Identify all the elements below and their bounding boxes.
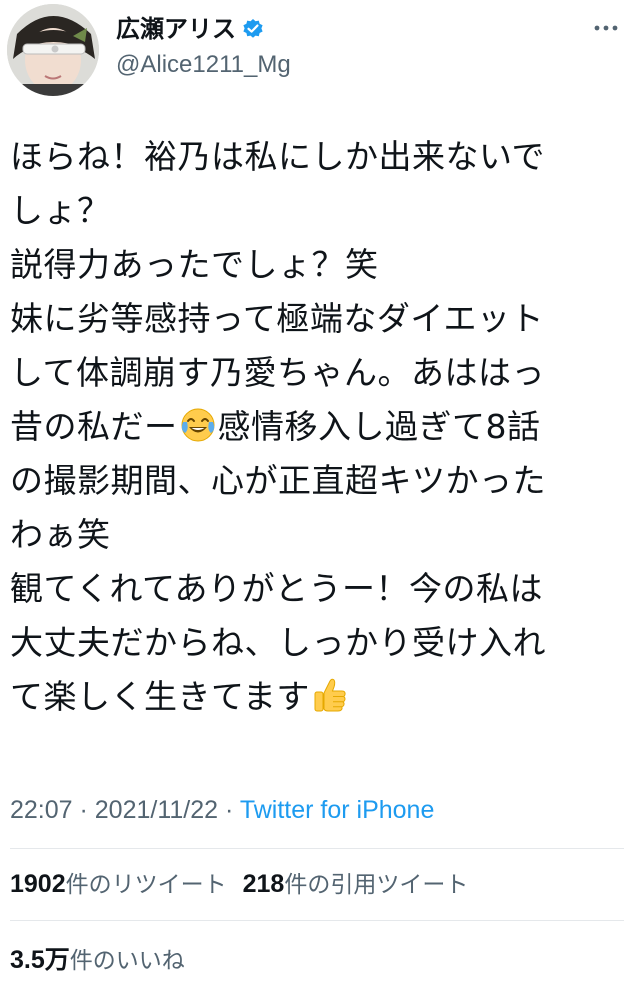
tweet-text: ほらね！裕乃は私にしか出来ないで しょ？ 説得力あったでしょ？笑 妹に劣等感持っ… xyxy=(10,130,615,724)
retweets-stat[interactable]: 1902件のリツイート xyxy=(10,866,227,903)
tweet-line-text: て楽しく生きてます xyxy=(10,677,310,716)
tweet-line: の撮影期間、心が正直超キツかった xyxy=(10,461,546,500)
tweet-line: 観てくれてありがとうー！今の私は xyxy=(10,569,544,608)
tweet-line: 妹に劣等感持って極端なダイエット xyxy=(10,299,545,338)
tweet-line: 説得力あったでしょ？笑 xyxy=(10,245,379,284)
tweet-meta: 22:07 · 2021/11/22 · Twitter for iPhone xyxy=(10,792,434,828)
tweet-header: 広瀬アリス @Alice1211_Mg xyxy=(0,0,624,100)
meta-separator: · xyxy=(72,796,95,824)
tweet-line: しょ？ xyxy=(10,191,111,230)
name-row: 広瀬アリス xyxy=(116,14,264,44)
tweet-line-text: 感情移入し過ぎて8話 xyxy=(217,407,541,446)
tweet-line: わぁ笑 xyxy=(10,515,111,554)
avatar[interactable] xyxy=(7,4,99,96)
divider xyxy=(10,920,624,921)
tweet-line: 昔の私だー 感情移入し過ぎて8話 xyxy=(10,400,615,454)
avatar-image xyxy=(7,4,99,96)
thumbs-up-icon xyxy=(311,676,349,714)
retweets-label: 件のリツイート xyxy=(65,872,227,898)
likes-stat[interactable]: 3.5万件のいいね xyxy=(10,942,185,979)
verified-badge-icon xyxy=(242,18,264,40)
likes-count: 3.5万 xyxy=(10,946,70,974)
display-name[interactable]: 広瀬アリス xyxy=(116,14,236,44)
likes-stats-row: 3.5万件のいいね xyxy=(10,942,185,979)
retweet-stats-row: 1902件のリツイート 218件の引用ツイート xyxy=(10,866,468,903)
more-options-icon[interactable] xyxy=(592,18,620,38)
divider xyxy=(10,848,624,849)
quote-tweets-count: 218 xyxy=(242,870,285,898)
tweet-line: 大丈夫だからね、しっかり受け入れ xyxy=(10,623,546,662)
quote-tweets-label: 件の引用ツイート xyxy=(284,872,469,898)
tweet-line: て楽しく生きてます xyxy=(10,670,615,724)
tweet-source-link[interactable]: Twitter for iPhone xyxy=(240,796,435,824)
tweet-date[interactable]: 2021/11/22 xyxy=(95,796,218,824)
tweet-line: ほらね！裕乃は私にしか出来ないで xyxy=(10,137,546,176)
user-handle[interactable]: @Alice1211_Mg xyxy=(116,50,291,80)
face-with-tears-of-joy-icon xyxy=(179,406,217,444)
tweet-line-text: 昔の私だー xyxy=(10,407,178,446)
meta-separator: · xyxy=(218,796,240,824)
retweets-count: 1902 xyxy=(10,870,66,898)
tweet-time[interactable]: 22:07 xyxy=(10,796,73,824)
likes-label: 件のいいね xyxy=(69,948,185,974)
tweet-line: して体調崩す乃愛ちゃん。あははっ xyxy=(10,353,546,392)
quote-tweets-stat[interactable]: 218件の引用ツイート xyxy=(243,866,469,903)
